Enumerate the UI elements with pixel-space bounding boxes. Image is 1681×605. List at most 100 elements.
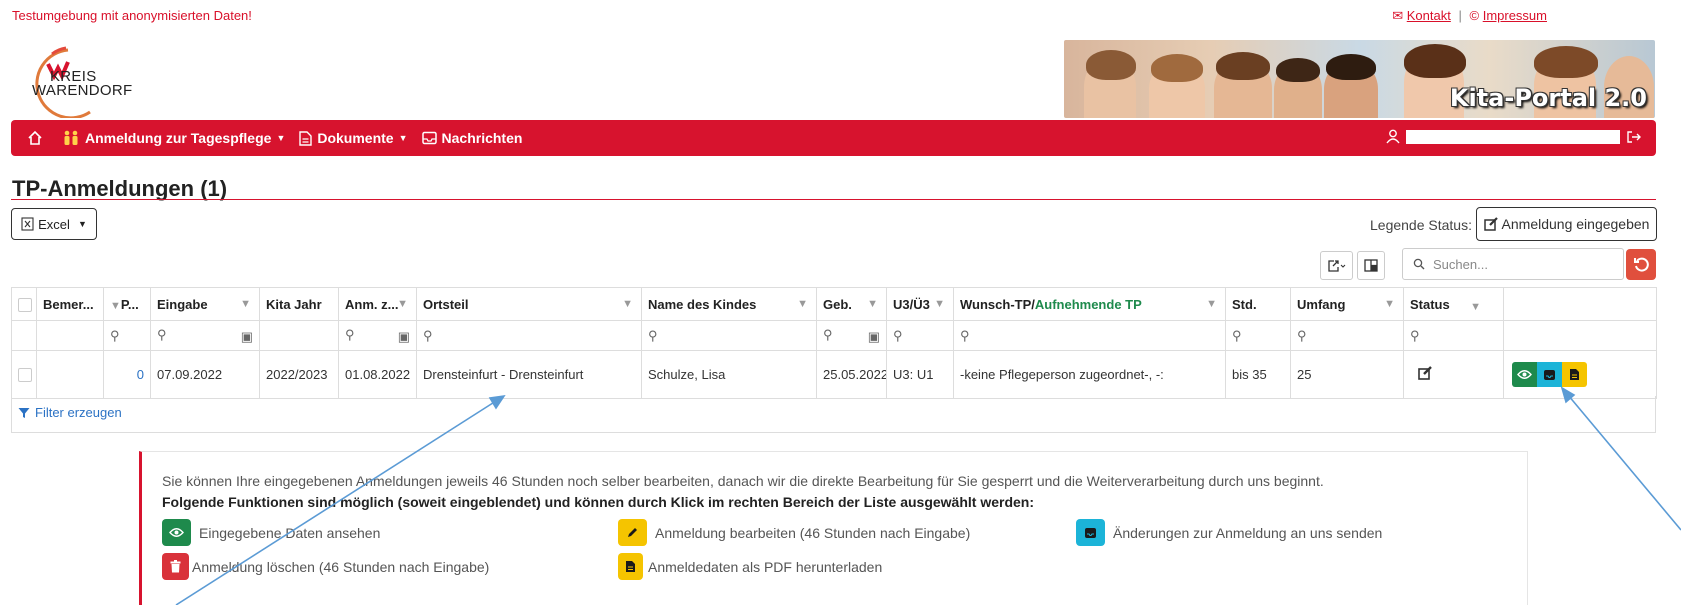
- header-actions: [1503, 287, 1657, 321]
- contact-link[interactable]: Kontakt: [1407, 8, 1451, 23]
- excel-export-button[interactable]: Excel ▼: [11, 208, 97, 240]
- legend-delete-label: Anmeldung löschen (46 Stunden nach Einga…: [192, 558, 490, 575]
- funnel-icon[interactable]: ▼: [240, 298, 251, 310]
- calendar-icon[interactable]: ▣: [241, 329, 253, 345]
- logout-icon[interactable]: [1626, 130, 1642, 144]
- row-select[interactable]: [11, 350, 37, 399]
- filter-eingabe[interactable]: ⚲ ▣: [150, 320, 260, 351]
- search-icon: ⚲: [110, 327, 120, 343]
- header-wunsch-tp[interactable]: Wunsch-TP/Aufnehmende TP ▼: [953, 287, 1226, 321]
- nav-nachrichten-label: Nachrichten: [441, 130, 523, 146]
- search-icon: ⚲: [893, 327, 903, 343]
- info-panel: Sie können Ihre eingegebenen Anmeldungen…: [139, 451, 1528, 605]
- header-anm-z[interactable]: Anm. z... ▼: [338, 287, 417, 321]
- document-icon: [299, 130, 313, 146]
- table-row[interactable]: 0 07.09.2022 2022/2023 01.08.2022 Drenst…: [11, 350, 1657, 399]
- header-label: Umfang: [1297, 296, 1346, 312]
- header-ortsteil[interactable]: Ortsteil ▼: [416, 287, 642, 321]
- cell-p[interactable]: 0: [103, 350, 151, 399]
- search-input[interactable]: [1433, 256, 1603, 272]
- edit-square-icon: [1483, 217, 1498, 231]
- funnel-icon[interactable]: ▼: [934, 298, 945, 310]
- funnel-icon[interactable]: ▼: [1206, 298, 1217, 310]
- nav-anmeldung-tagespflege[interactable]: Anmeldung zur Tagespflege ▼: [62, 130, 285, 146]
- search-icon: ⚲: [157, 326, 167, 342]
- header-label: Status: [1410, 296, 1450, 312]
- cell-u3: U3: U1: [886, 350, 954, 399]
- funnel-icon[interactable]: ▼: [110, 300, 121, 312]
- reset-button[interactable]: [1626, 249, 1656, 280]
- header-name-des-kindes[interactable]: Name des Kindes ▼: [641, 287, 817, 321]
- pencil-icon: [618, 519, 647, 546]
- legend-view: Eingegebene Daten ansehen: [162, 519, 380, 546]
- filter-cell-empty: [36, 320, 104, 351]
- header-u3[interactable]: U3/Ü3 ▼: [886, 287, 954, 321]
- legend-send-label: Änderungen zur Anmeldung an uns senden: [1113, 524, 1383, 541]
- filter-u3[interactable]: ⚲: [886, 320, 954, 351]
- header-banner: Kita-Portal 2.0: [1064, 40, 1655, 118]
- header-kita-jahr[interactable]: Kita Jahr: [259, 287, 339, 321]
- header-status[interactable]: Status ▼: [1403, 287, 1504, 321]
- header-label: P...: [120, 296, 139, 312]
- nav-nachrichten[interactable]: Nachrichten: [421, 130, 523, 146]
- create-filter-link[interactable]: Filter erzeugen: [18, 405, 122, 420]
- column-export-button[interactable]: [1320, 251, 1353, 280]
- filter-status[interactable]: ⚲: [1403, 320, 1504, 351]
- info-text-2: Folgende Funktionen sind möglich (soweit…: [162, 494, 1035, 510]
- send-changes-button[interactable]: [1537, 362, 1562, 387]
- filter-geb[interactable]: ⚲ ▣: [816, 320, 887, 351]
- funnel-icon[interactable]: ▼: [397, 298, 408, 310]
- filter-row: ⚲ ⚲ ▣ ⚲ ▣ ⚲ ⚲ ⚲ ▣ ⚲ ⚲ ⚲ ⚲ ⚲: [11, 320, 1657, 351]
- header-label: Bemer...: [43, 296, 94, 312]
- view-button[interactable]: [1512, 362, 1537, 387]
- filter-ortsteil[interactable]: ⚲: [416, 320, 642, 351]
- header-bemerkung[interactable]: Bemer...: [36, 287, 104, 321]
- search-box: [1402, 248, 1624, 280]
- legend-button-label: Anmeldung eingegeben: [1501, 216, 1650, 232]
- header-eingabe[interactable]: Eingabe ▼: [150, 287, 260, 321]
- funnel-icon[interactable]: ▼: [797, 298, 808, 310]
- link-separator: |: [1458, 8, 1462, 23]
- search-icon: [1413, 258, 1425, 270]
- filter-p[interactable]: ⚲: [103, 320, 151, 351]
- row-checkbox[interactable]: [18, 368, 32, 383]
- header-umfang[interactable]: Umfang ▼: [1290, 287, 1404, 321]
- filter-anm-z[interactable]: ⚲ ▣: [338, 320, 417, 351]
- header-label: Std.: [1232, 296, 1257, 312]
- impressum-link[interactable]: Impressum: [1483, 8, 1547, 23]
- header-select[interactable]: [11, 287, 37, 321]
- legend-edit-label: Anmeldung bearbeiten (46 Stunden nach Ei…: [655, 524, 971, 541]
- nav-dokumente[interactable]: Dokumente ▼: [299, 130, 408, 146]
- filter-wunsch[interactable]: ⚲: [953, 320, 1226, 351]
- header-std[interactable]: Std.: [1225, 287, 1291, 321]
- logo-text: KREIS WARENDORF: [32, 69, 133, 99]
- pdf-download-button[interactable]: [1562, 362, 1587, 387]
- cell-anm-z: 01.08.2022: [338, 350, 417, 399]
- funnel-icon[interactable]: ▼: [1384, 298, 1395, 310]
- calendar-icon[interactable]: ▣: [868, 329, 880, 345]
- caret-down-icon: ▼: [77, 219, 87, 229]
- funnel-icon[interactable]: ▼: [867, 298, 878, 310]
- logo-line2: WARENDORF: [32, 82, 133, 99]
- filter-name[interactable]: ⚲: [641, 320, 817, 351]
- home-link[interactable]: [27, 130, 48, 146]
- calendar-icon[interactable]: ▣: [398, 329, 410, 345]
- legend-view-label: Eingegebene Daten ansehen: [199, 524, 381, 541]
- legend-edit: Anmeldung bearbeiten (46 Stunden nach Ei…: [618, 519, 970, 546]
- funnel-icon[interactable]: ▼: [622, 298, 633, 310]
- copyright-icon: ©: [1469, 8, 1480, 23]
- filter-std[interactable]: ⚲: [1225, 320, 1291, 351]
- chevron-down-icon: ▼: [276, 133, 286, 143]
- banner-title: Kita-Portal 2.0: [1449, 84, 1647, 112]
- column-toggle-button[interactable]: [1357, 251, 1385, 280]
- legend-anmeldung-eingegeben[interactable]: Anmeldung eingegeben: [1476, 207, 1657, 241]
- header-p[interactable]: ▼P...: [103, 287, 151, 321]
- funnel-icon[interactable]: ▼: [1470, 298, 1481, 313]
- search-icon: ⚲: [1297, 327, 1307, 343]
- filter-umfang[interactable]: ⚲: [1290, 320, 1404, 351]
- user-menu[interactable]: [1386, 129, 1642, 144]
- filter-area: [11, 396, 1656, 433]
- top-links: ✉ Kontakt | © Impressum: [1392, 8, 1547, 24]
- header-geb[interactable]: Geb. ▼: [816, 287, 887, 321]
- select-all-checkbox[interactable]: [18, 297, 32, 312]
